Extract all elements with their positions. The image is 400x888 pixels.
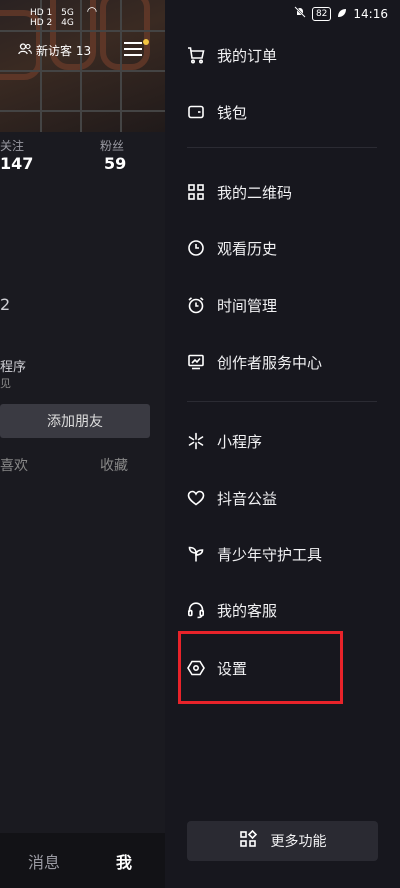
settings-highlight-box [178, 631, 343, 704]
menu-label: 青少年守护工具 [217, 545, 323, 564]
people-icon [18, 43, 32, 58]
battery-indicator: 82 [311, 6, 332, 21]
divider [187, 147, 377, 148]
leaf-icon [337, 7, 347, 21]
nav-messages[interactable]: 消息 [28, 849, 60, 873]
menu-mini-programs[interactable]: 小程序 [187, 426, 387, 456]
menu-customer-service[interactable]: 我的客服 [187, 595, 387, 625]
nav-me[interactable]: 我 [116, 849, 132, 873]
profile-page-background: HD 1 5G ◠ HD 2 4G 新访客 13 关注 147 粉丝 59 2 … [0, 0, 165, 888]
followers-count[interactable]: 59 [104, 154, 126, 173]
menu-label: 创作者服务中心 [217, 353, 323, 372]
chart-icon [187, 353, 205, 371]
wifi-icon: ◠ [86, 4, 98, 18]
clock-icon [187, 239, 205, 257]
side-drawer: 82 14:16 我的订单 钱包 我的二维码 观看历史 时间管理 创作者服务中心… [165, 0, 400, 888]
mute-bell-icon [294, 6, 306, 21]
bottom-navigation: 消息 我 [0, 833, 165, 888]
wallet-icon [187, 103, 205, 121]
new-visitors-label: 新访客 13 [36, 44, 92, 58]
divider [187, 401, 377, 402]
tab-favorites[interactable]: 收藏 [100, 455, 128, 475]
menu-label: 小程序 [217, 432, 263, 451]
clock-time: 14:16 [353, 6, 388, 21]
more-features-label: 更多功能 [270, 834, 327, 850]
heart-icon [187, 489, 205, 507]
menu-label: 抖音公益 [217, 489, 278, 508]
menu-my-qr-code[interactable]: 我的二维码 [187, 177, 387, 207]
menu-label: 钱包 [217, 103, 248, 122]
more-features-button[interactable]: 更多功能 [187, 821, 378, 861]
signal-hd1: HD 1 [30, 8, 53, 18]
statusbar-right: 82 14:16 [294, 6, 388, 21]
menu-time-management[interactable]: 时间管理 [187, 290, 387, 320]
partial-text-2: 2 [0, 295, 11, 314]
menu-hamburger-icon[interactable] [124, 42, 142, 56]
signal-hd2: HD 2 [30, 18, 53, 28]
notification-dot [143, 39, 149, 45]
menu-douyin-charity[interactable]: 抖音公益 [187, 483, 387, 513]
menu-wallet[interactable]: 钱包 [187, 97, 387, 127]
add-friend-button[interactable]: 添加朋友 [0, 404, 150, 438]
menu-label: 我的二维码 [217, 183, 293, 202]
statusbar-left: HD 1 5G ◠ HD 2 4G [30, 4, 97, 28]
qr-icon [187, 183, 205, 201]
signal-5g: 5G [61, 8, 74, 18]
menu-youth-protection-tools[interactable]: 青少年守护工具 [187, 539, 387, 569]
sprout-icon [187, 545, 205, 563]
mini-program-sub-fragment: 见 [0, 377, 11, 390]
menu-label: 时间管理 [217, 296, 278, 315]
following-label: 关注 [0, 139, 25, 153]
alarm-icon [187, 296, 205, 314]
menu-label: 观看历史 [217, 239, 278, 258]
followers-label: 粉丝 [100, 139, 125, 153]
mini-program-fragment: 程序 [0, 360, 27, 375]
menu-label: 我的客服 [217, 601, 278, 620]
menu-watch-history[interactable]: 观看历史 [187, 233, 387, 263]
asterisk-icon [187, 432, 205, 450]
cart-icon [187, 46, 205, 64]
menu-label: 我的订单 [217, 46, 278, 65]
signal-4g: 4G [61, 18, 74, 28]
following-count[interactable]: 147 [0, 154, 33, 173]
new-visitors-button[interactable]: 新访客 13 [18, 42, 91, 59]
tab-likes[interactable]: 喜欢 [0, 455, 28, 475]
menu-my-orders[interactable]: 我的订单 [187, 40, 387, 70]
headset-icon [187, 601, 205, 619]
grid-icon [239, 829, 257, 852]
menu-creator-service-center[interactable]: 创作者服务中心 [187, 347, 387, 377]
